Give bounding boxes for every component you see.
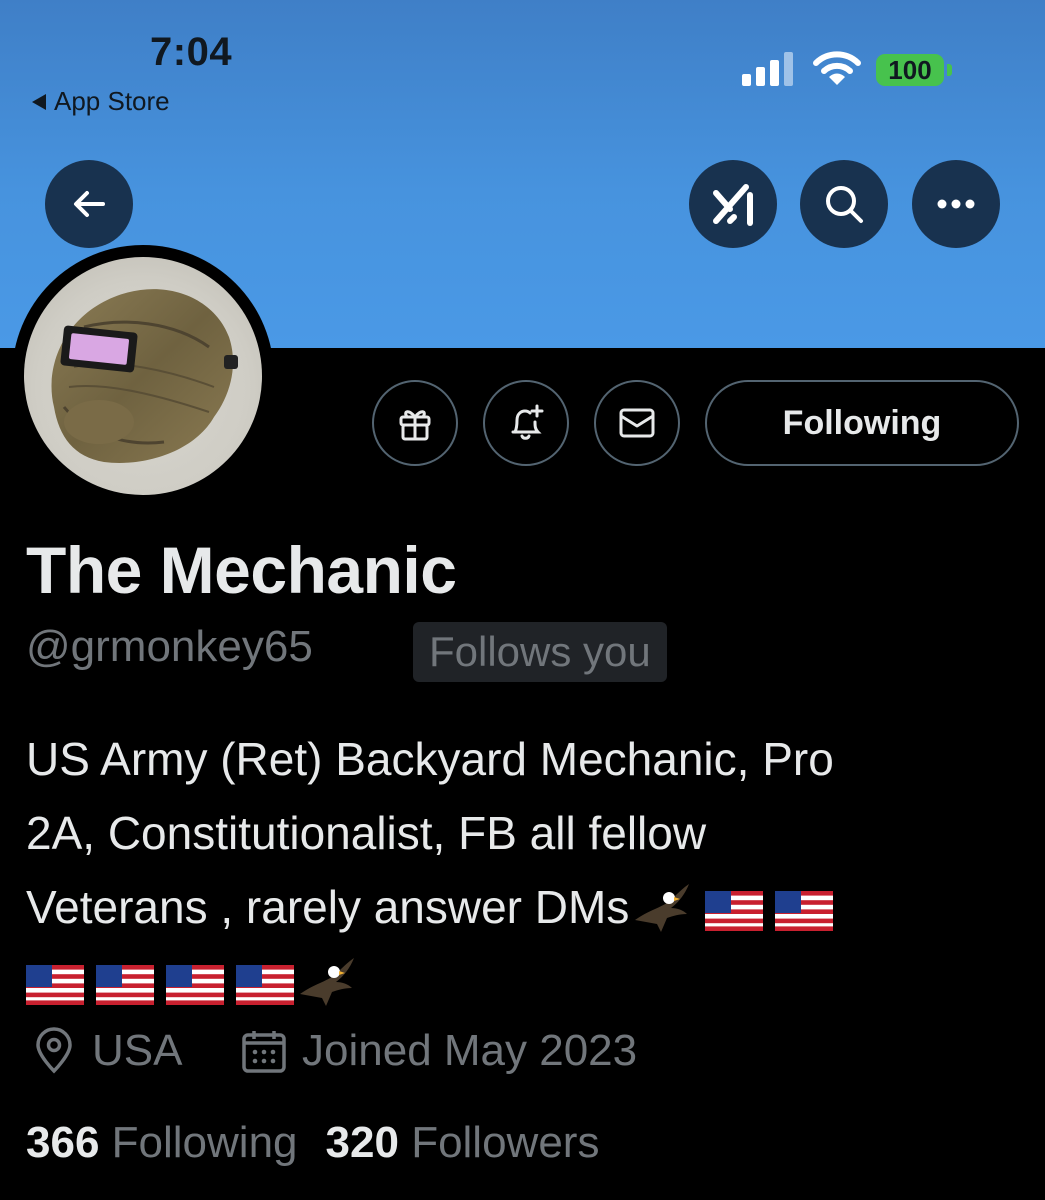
gift-icon: [399, 410, 431, 441]
back-button[interactable]: [45, 160, 133, 248]
battery-nub: [947, 64, 952, 76]
battery-indicator: 100: [876, 54, 944, 86]
bell-plus-icon: [511, 404, 544, 440]
follow-stats: 366 Following 320 Followers: [26, 1118, 599, 1168]
us-flag-emoji-icon: [166, 964, 224, 1005]
follows-you-badge: Follows you: [413, 622, 667, 682]
us-flag-emoji-icon: [775, 890, 834, 931]
grok-button[interactable]: [689, 160, 777, 248]
location-text: USA: [92, 1026, 183, 1075]
back-triangle-icon: [32, 93, 46, 110]
us-flag-emoji-icon: [96, 964, 154, 1005]
more-button[interactable]: [912, 160, 1000, 248]
following-stat[interactable]: 366 Following: [26, 1118, 298, 1168]
search-button[interactable]: [800, 160, 888, 248]
bio-line-1: US Army (Ret) Backyard Mechanic, Pro: [26, 733, 834, 785]
gorilla-welding-mask-image: [51, 289, 238, 463]
location-row: USA: [30, 1026, 182, 1076]
notifications-button[interactable]: [483, 380, 569, 466]
us-flag-emoji-icon: [26, 964, 84, 1005]
us-flag-emoji-icon: [705, 890, 764, 931]
following-button[interactable]: Following: [705, 380, 1019, 466]
eagle-emoji-icon: [300, 957, 354, 1006]
profile-handle: @grmonkey65: [26, 622, 313, 671]
calendar-icon: [242, 1031, 286, 1073]
us-flag-emoji-icon: [236, 964, 294, 1005]
profile-bio: US Army (Ret) Backyard Mechanic, Pro 2A,…: [26, 722, 1016, 1018]
following-count: 366: [26, 1118, 100, 1167]
back-app-label: App Store: [54, 86, 170, 116]
bio-line-4: [14, 944, 1016, 1018]
bio-line-2: 2A, Constitutionalist, FB all fellow: [26, 807, 707, 859]
joined-text: Joined May 2023: [302, 1026, 638, 1075]
bio-line-3: Veterans , rarely answer DMs: [26, 870, 1016, 944]
followers-stat-label: Followers: [411, 1118, 600, 1167]
arrow-left-icon: [74, 191, 105, 217]
grok-icon: [713, 184, 753, 226]
more-horizontal-icon: [937, 199, 975, 209]
search-icon: [826, 186, 863, 223]
wifi-icon: [813, 51, 861, 85]
eagle-emoji-icon: [635, 883, 690, 932]
profile-name: The Mechanic: [26, 533, 457, 607]
followers-stat[interactable]: 320 Followers: [326, 1118, 600, 1168]
joined-row: Joined May 2023: [240, 1026, 637, 1076]
subscribe-gift-button[interactable]: [372, 380, 458, 466]
status-time: 7:04: [150, 30, 233, 74]
avatar[interactable]: [24, 257, 262, 495]
cellular-signal-icon: [742, 52, 793, 86]
back-to-app-store[interactable]: App Store: [32, 86, 170, 117]
envelope-icon: [619, 408, 655, 438]
following-stat-label: Following: [111, 1118, 298, 1167]
bio-line-3-text: Veterans , rarely answer DMs: [26, 881, 630, 933]
followers-count: 320: [325, 1118, 399, 1167]
location-pin-icon: [36, 1027, 72, 1074]
message-button[interactable]: [594, 380, 680, 466]
